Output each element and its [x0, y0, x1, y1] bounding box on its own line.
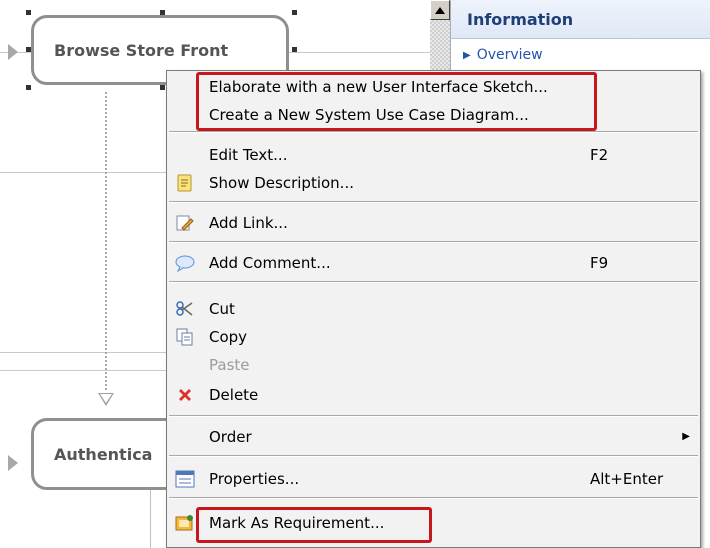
- menu-item-properties[interactable]: Properties... Alt+Enter: [167, 465, 700, 493]
- selection-handle[interactable]: [26, 10, 31, 15]
- scissors-icon: [175, 300, 195, 318]
- connector-line: [150, 490, 151, 548]
- link-icon: [175, 214, 195, 232]
- arrow-down-icon: [98, 393, 114, 406]
- menu-item-label: Elaborate with a new User Interface Sket…: [209, 78, 548, 96]
- menu-item-edit-text[interactable]: Edit Text... F2: [167, 141, 700, 169]
- menu-item-copy[interactable]: Copy: [167, 323, 700, 351]
- menu-item-elaborate-ui-sketch[interactable]: Elaborate with a new User Interface Sket…: [167, 73, 700, 101]
- note-icon: [175, 174, 195, 192]
- menu-item-label: Cut: [209, 300, 235, 318]
- selection-handle[interactable]: [160, 85, 165, 90]
- menu-item-label: Add Comment...: [209, 254, 331, 272]
- menu-item-create-system-use-case[interactable]: Create a New System Use Case Diagram...: [167, 101, 700, 129]
- menu-separator: [169, 455, 698, 457]
- menu-separator: [169, 281, 698, 283]
- menu-separator: [169, 497, 698, 499]
- menu-item-label: Paste: [209, 356, 250, 374]
- menu-item-shortcut: F9: [590, 254, 609, 272]
- menu-item-label: Properties...: [209, 470, 300, 488]
- flow-connector: [105, 92, 107, 390]
- menu-item-label: Create a New System Use Case Diagram...: [209, 106, 529, 124]
- menu-item-mark-as-requirement[interactable]: Mark As Requirement...: [167, 509, 700, 537]
- menu-separator: [169, 131, 698, 133]
- scroll-up-button[interactable]: [430, 0, 450, 20]
- menu-item-order[interactable]: Order ▶: [167, 423, 700, 451]
- menu-item-label: Delete: [209, 386, 259, 404]
- triangle-right-icon: ▶: [463, 49, 471, 61]
- menu-item-label: Edit Text...: [209, 146, 288, 164]
- menu-item-show-description[interactable]: Show Description...: [167, 169, 700, 197]
- context-menu: Elaborate with a new User Interface Sket…: [166, 70, 701, 548]
- menu-separator: [169, 201, 698, 203]
- menu-item-label: Mark As Requirement...: [209, 514, 385, 532]
- copy-icon: [175, 328, 195, 346]
- incoming-arrow-icon: [8, 455, 18, 471]
- menu-item-label: Order: [209, 428, 252, 446]
- selection-handle[interactable]: [26, 85, 31, 90]
- submenu-arrow-icon: ▶: [682, 431, 690, 442]
- selection-handle[interactable]: [26, 47, 31, 52]
- delete-x-icon: [175, 386, 195, 404]
- menu-item-shortcut: Alt+Enter: [590, 470, 664, 488]
- link-label: Overview: [476, 47, 543, 63]
- menu-separator: [169, 241, 698, 243]
- requirement-icon: [175, 514, 195, 532]
- selection-handle[interactable]: [292, 47, 297, 52]
- menu-item-paste[interactable]: Paste: [167, 351, 700, 379]
- arrow-up-icon: [435, 6, 445, 14]
- node-label: Browse Store Front: [54, 40, 229, 60]
- menu-item-cut[interactable]: Cut: [167, 295, 700, 323]
- selection-handle[interactable]: [160, 10, 165, 15]
- panel-title: Information: [451, 0, 710, 39]
- menu-item-label: Show Description...: [209, 174, 354, 192]
- menu-item-delete[interactable]: Delete: [167, 381, 700, 409]
- comment-icon: [175, 254, 195, 272]
- menu-item-label: Add Link...: [209, 214, 288, 232]
- menu-item-add-comment[interactable]: Add Comment... F9: [167, 249, 700, 277]
- menu-separator: [169, 415, 698, 417]
- menu-item-label: Copy: [209, 328, 248, 346]
- selection-handle[interactable]: [292, 10, 297, 15]
- properties-icon: [175, 470, 195, 488]
- incoming-arrow-icon: [8, 44, 18, 60]
- menu-item-add-link[interactable]: Add Link...: [167, 209, 700, 237]
- menu-item-shortcut: F2: [590, 146, 609, 164]
- overview-link[interactable]: ▶ Overview: [451, 39, 710, 71]
- node-label: Authentica: [54, 444, 153, 464]
